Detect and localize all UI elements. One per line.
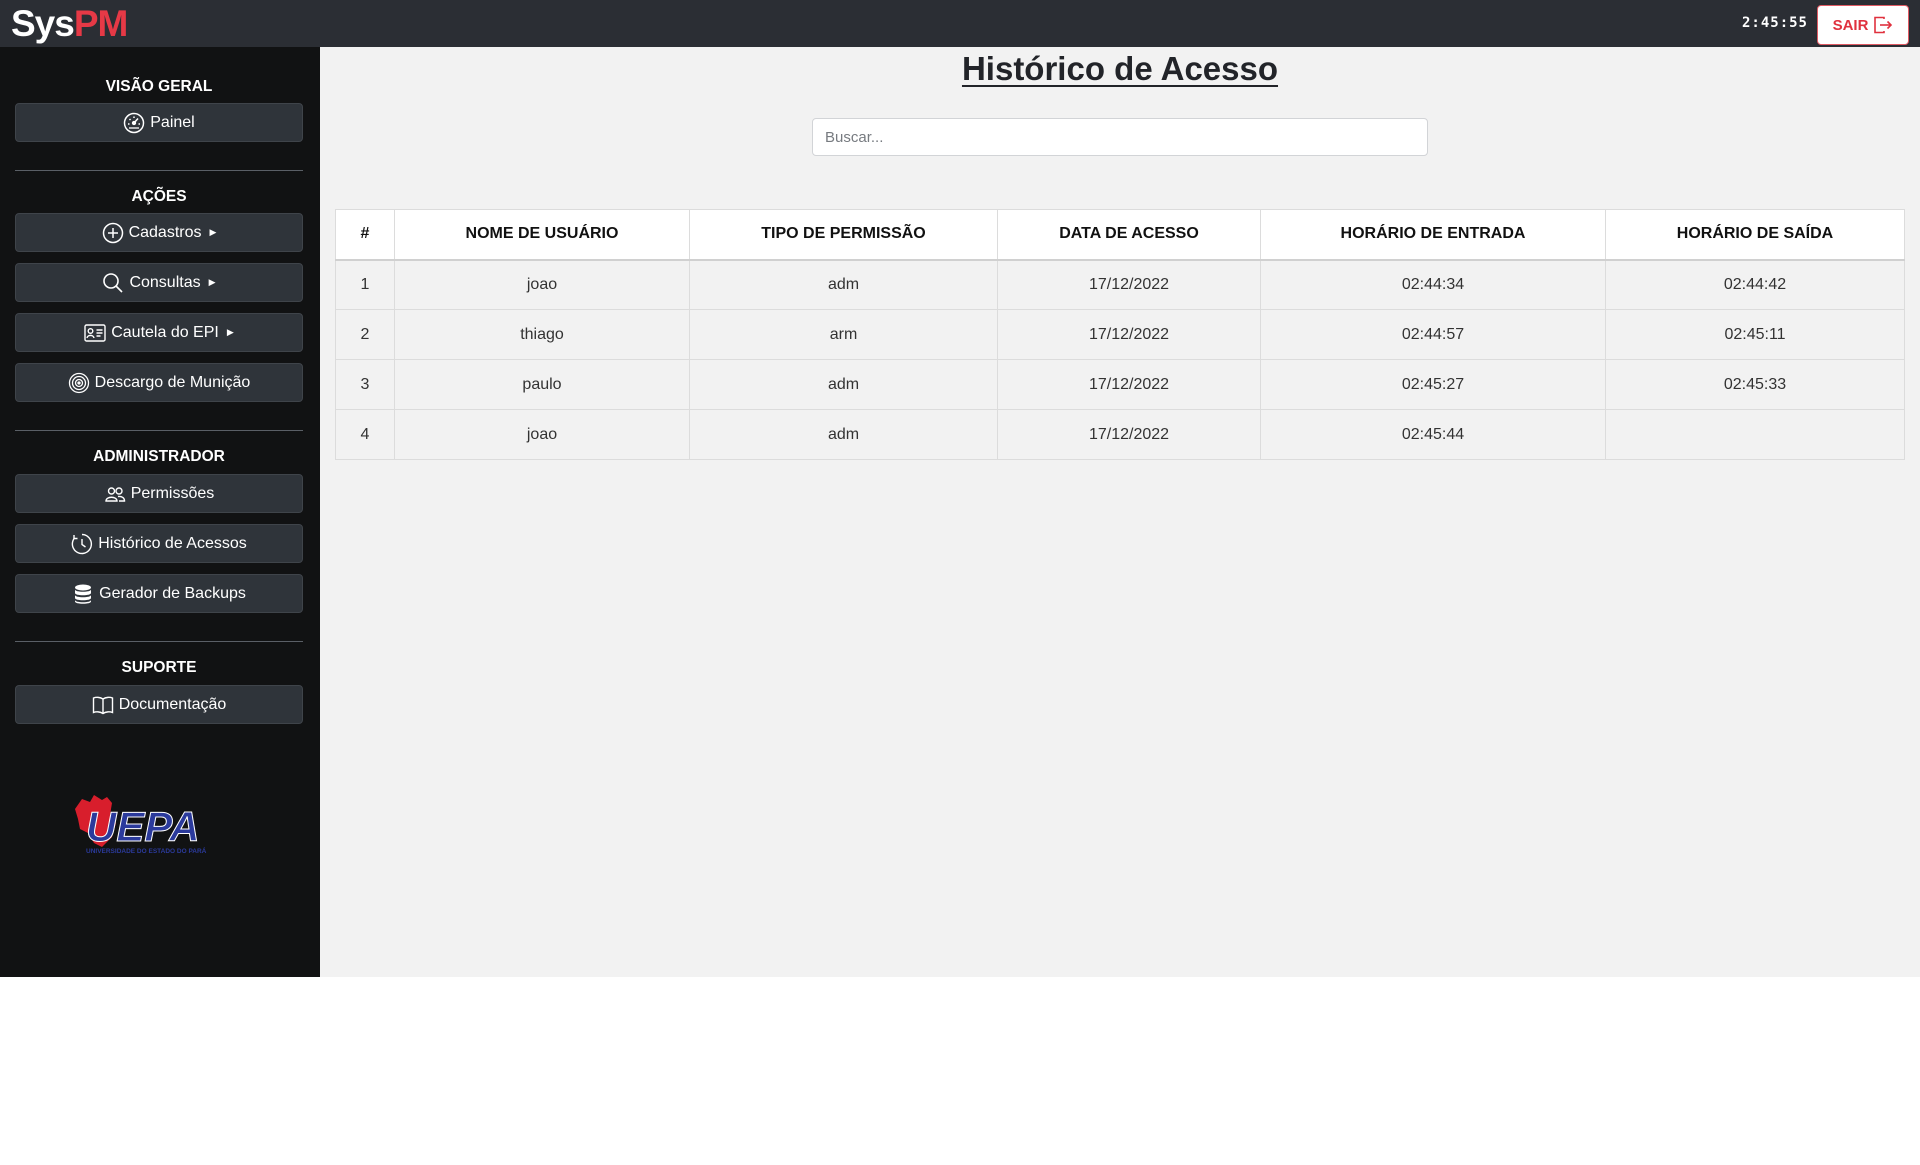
cell-access-date: 17/12/2022 [997,409,1261,460]
sidebar-item-permissoes[interactable]: Permissões [15,474,303,513]
table-row: 3 paulo adm 17/12/2022 02:45:27 02:45:33 [335,359,1905,410]
table-header-row: # NOME DE USUÁRIO TIPO DE PERMISSÃO DATA… [335,209,1905,260]
sidebar-item-label: Documentação [118,695,227,713]
column-header-index[interactable]: # [335,209,395,260]
caret-right-icon: ▶ [208,277,216,287]
cell-exit-time: 02:44:42 [1605,259,1905,310]
sidebar-divider [15,170,303,171]
cell-username: joao [394,259,690,310]
section-title-suporte: SUPORTE [121,659,197,676]
cell-exit-time [1605,409,1905,460]
target-icon [68,372,89,393]
cell-access-date: 17/12/2022 [997,359,1261,410]
cell-username: thiago [394,309,690,360]
book-icon [92,696,113,714]
sidebar-item-cautela-epi[interactable]: Cautela do EPI ▶ [15,313,303,352]
sidebar-item-label: Cautela do EPI [111,323,219,341]
sidebar-item-label: Cadastros [128,223,202,241]
cell-index: 3 [335,359,395,410]
cell-access-date: 17/12/2022 [997,309,1261,360]
cell-permission-type: adm [689,259,998,310]
cell-entry-time: 02:45:44 [1260,409,1606,460]
sidebar-item-label: Histórico de Acessos [98,534,247,552]
brand-part-sys: Sys [11,3,75,44]
page-title: Histórico de Acesso [961,50,1279,87]
logout-button[interactable]: SAIR [1817,5,1909,45]
sidebar-item-label: Consultas [129,273,201,291]
database-icon [75,584,92,604]
column-header-access-date[interactable]: DATA DE ACESSO [997,209,1261,260]
sidebar-divider [15,641,303,642]
logo-text: UEPA [86,803,200,850]
column-header-username[interactable]: NOME DE USUÁRIO [394,209,690,260]
main-content: Histórico de Acesso # NOME DE USUÁRIO TI… [320,47,1920,977]
sidebar-item-consultas[interactable]: Consultas ▶ [15,263,303,302]
column-header-entry-time[interactable]: HORÁRIO DE ENTRADA [1260,209,1606,260]
sidebar-divider [15,430,303,431]
clock-history-icon [71,533,93,554]
clock-display: 2:45:55 [1741,15,1808,31]
cell-username: paulo [394,359,690,410]
column-header-permission-type[interactable]: TIPO DE PERMISSÃO [689,209,998,260]
section-title-visao-geral: VISÃO GERAL [105,78,213,95]
sidebar-item-gerador-backups[interactable]: Gerador de Backups [15,574,303,613]
cell-entry-time: 02:45:27 [1260,359,1606,410]
section-title-administrador: ADMINISTRADOR [93,448,225,465]
sidebar-item-descargo-municao[interactable]: Descargo de Munição [15,363,303,402]
cell-permission-type: arm [689,309,998,360]
table-row: 1 joao adm 17/12/2022 02:44:34 02:44:42 [335,259,1905,310]
cell-exit-time: 02:45:11 [1605,309,1905,360]
app-root: SysPM 2:45:55 SAIR VISÃO GERAL Painel AÇ… [0,0,1920,977]
caret-right-icon: ▶ [209,227,217,237]
person-vcard-icon [84,323,106,342]
sidebar-item-label: Painel [150,113,195,131]
cell-exit-time: 02:45:33 [1605,359,1905,410]
sidebar: VISÃO GERAL Painel AÇÕES Cadastros ▶ Con… [0,47,320,977]
cell-entry-time: 02:44:57 [1260,309,1606,360]
sidebar-item-cadastros[interactable]: Cadastros ▶ [15,213,303,252]
table-row: 4 joao adm 17/12/2022 02:45:44 [335,409,1905,460]
uepa-logo: UEPA UNIVERSIDADE DO ESTADO DO PARÁ [75,795,207,855]
sidebar-item-documentacao[interactable]: Documentação [15,685,303,724]
sidebar-item-label: Descargo de Munição [94,373,251,391]
brand-part-pm: PM [73,3,128,44]
cell-index: 1 [335,259,395,310]
section-title-acoes: AÇÕES [131,188,187,205]
cell-entry-time: 02:44:34 [1260,259,1606,310]
logout-label: SAIR [1832,16,1869,34]
table-row: 2 thiago arm 17/12/2022 02:44:57 02:45:1… [335,309,1905,360]
box-arrow-right-icon [1874,16,1893,34]
cell-permission-type: adm [689,409,998,460]
access-history-table: # NOME DE USUÁRIO TIPO DE PERMISSÃO DATA… [335,209,1905,460]
logo-subtitle: UNIVERSIDADE DO ESTADO DO PARÁ [86,846,207,855]
sidebar-item-label: Gerador de Backups [99,584,246,602]
caret-right-icon: ▶ [226,327,234,337]
search-input[interactable] [812,118,1428,156]
speedometer-icon [124,112,145,133]
cell-username: joao [394,409,690,460]
brand-logo[interactable]: SysPM [11,3,128,44]
sidebar-item-painel[interactable]: Painel [15,103,303,142]
people-icon [105,486,125,502]
sidebar-item-label: Permissões [130,484,215,502]
plus-circle-icon [102,222,123,243]
search-icon [103,272,124,293]
column-header-exit-time[interactable]: HORÁRIO DE SAÍDA [1605,209,1905,260]
cell-index: 2 [335,309,395,360]
cell-index: 4 [335,409,395,460]
sidebar-item-historico-acessos[interactable]: Histórico de Acessos [15,524,303,563]
cell-access-date: 17/12/2022 [997,259,1261,310]
top-navbar: SysPM 2:45:55 SAIR [0,0,1920,47]
cell-permission-type: adm [689,359,998,410]
